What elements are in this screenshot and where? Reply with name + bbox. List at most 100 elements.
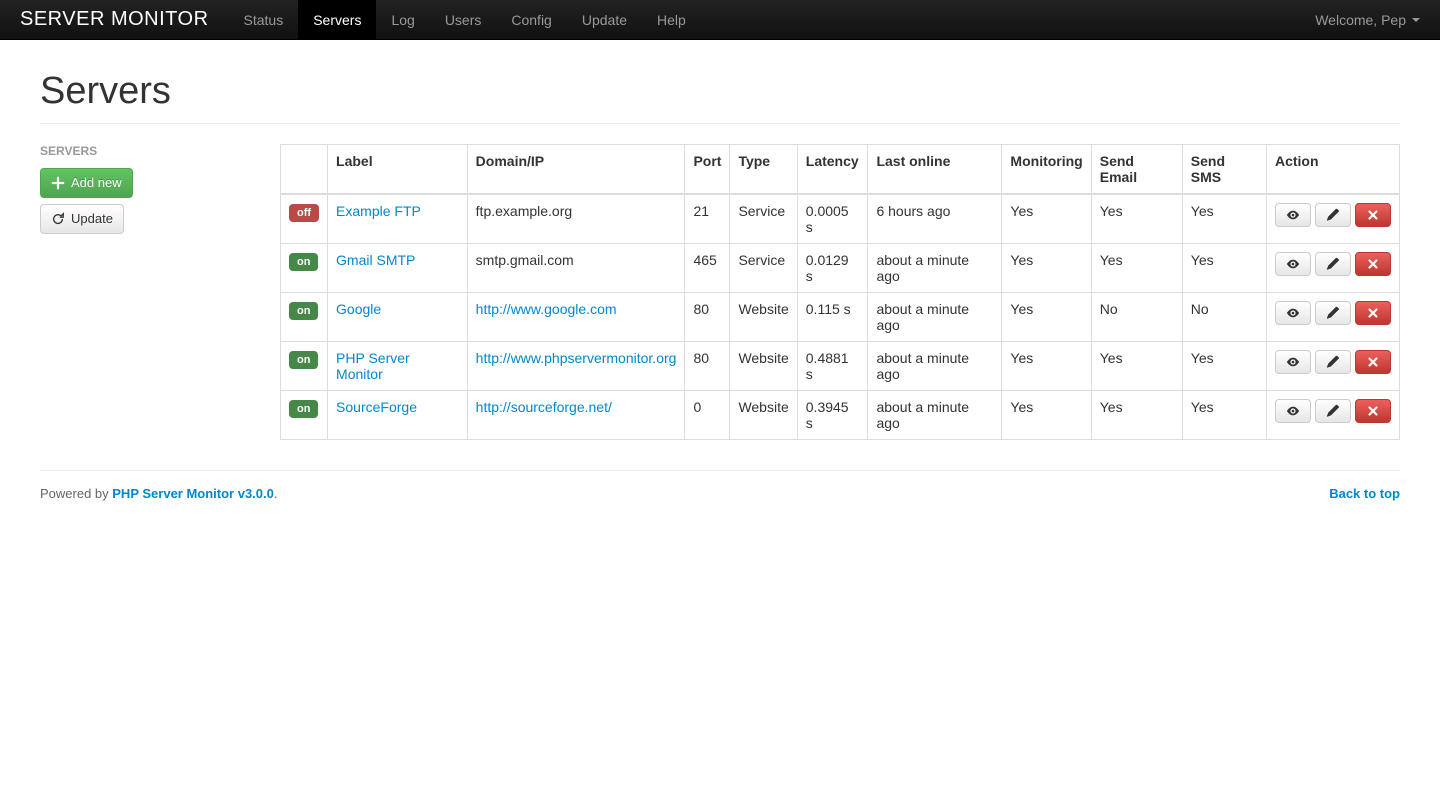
view-button[interactable] <box>1275 350 1311 374</box>
nav-link-config[interactable]: Config <box>496 0 566 40</box>
pencil-icon <box>1326 404 1340 418</box>
view-button[interactable] <box>1275 203 1311 227</box>
delete-button[interactable] <box>1355 399 1391 423</box>
table-row: onGmail SMTPsmtp.gmail.com465Service0.01… <box>281 244 1400 293</box>
cell-send_email: Yes <box>1091 342 1182 391</box>
delete-button[interactable] <box>1355 301 1391 325</box>
nav-item-update: Update <box>567 0 642 40</box>
table-row: onSourceForgehttp://sourceforge.net/0Web… <box>281 391 1400 440</box>
cell-latency: 0.0005 s <box>797 194 868 244</box>
cell-type: Website <box>730 342 797 391</box>
view-button[interactable] <box>1275 301 1311 325</box>
update-button[interactable]: Update <box>40 204 124 234</box>
edit-button[interactable] <box>1315 399 1351 423</box>
back-to-top-link[interactable]: Back to top <box>1329 486 1400 501</box>
cell-port: 0 <box>685 391 730 440</box>
cell-port: 80 <box>685 342 730 391</box>
server-label-link[interactable]: PHP Server Monitor <box>336 350 410 382</box>
status-badge: on <box>289 351 318 369</box>
nav-link-help[interactable]: Help <box>642 0 701 40</box>
navbar: SERVER MONITOR StatusServersLogUsersConf… <box>0 0 1440 40</box>
eye-icon <box>1286 306 1300 320</box>
cell-latency: 0.4881 s <box>797 342 868 391</box>
cell-send_email: Yes <box>1091 194 1182 244</box>
col-header: Port <box>685 145 730 195</box>
cell-last_online: about a minute ago <box>868 244 1002 293</box>
powered-by-text: Powered by <box>40 486 112 501</box>
cell-monitoring: Yes <box>1002 194 1091 244</box>
server-label-link[interactable]: SourceForge <box>336 399 417 415</box>
table-header-row: LabelDomain/IPPortTypeLatencyLast online… <box>281 145 1400 195</box>
domain-link[interactable]: http://www.google.com <box>476 301 617 317</box>
edit-button[interactable] <box>1315 301 1351 325</box>
cell-port: 21 <box>685 194 730 244</box>
pencil-icon <box>1326 355 1340 369</box>
col-header: Monitoring <box>1002 145 1091 195</box>
user-greeting-link[interactable]: Welcome, Pep <box>1315 12 1420 28</box>
user-menu[interactable]: Welcome, Pep <box>1315 12 1420 28</box>
edit-button[interactable] <box>1315 203 1351 227</box>
col-header: Label <box>328 145 468 195</box>
col-header: Last online <box>868 145 1002 195</box>
remove-icon <box>1366 208 1380 222</box>
cell-send_sms: Yes <box>1182 391 1266 440</box>
domain-text: smtp.gmail.com <box>467 244 685 293</box>
nav-link-update[interactable]: Update <box>567 0 642 40</box>
delete-button[interactable] <box>1355 252 1391 276</box>
cell-monitoring: Yes <box>1002 391 1091 440</box>
cell-last_online: about a minute ago <box>868 342 1002 391</box>
col-header: Domain/IP <box>467 145 685 195</box>
cell-last_online: about a minute ago <box>868 391 1002 440</box>
footer-left: Powered by PHP Server Monitor v3.0.0. <box>40 486 278 501</box>
cell-action <box>1266 391 1399 440</box>
delete-button[interactable] <box>1355 203 1391 227</box>
cell-latency: 0.115 s <box>797 293 868 342</box>
footer: Powered by PHP Server Monitor v3.0.0. Ba… <box>40 470 1400 516</box>
nav-link-log[interactable]: Log <box>376 0 429 40</box>
status-badge: on <box>289 253 318 271</box>
server-label-link[interactable]: Gmail SMTP <box>336 252 415 268</box>
cell-send_email: No <box>1091 293 1182 342</box>
sidebar-heading: SERVERS <box>40 144 260 158</box>
cell-send_sms: Yes <box>1182 194 1266 244</box>
product-link[interactable]: PHP Server Monitor v3.0.0 <box>112 486 274 501</box>
cell-monitoring: Yes <box>1002 342 1091 391</box>
add-new-label: Add new <box>71 173 122 193</box>
eye-icon <box>1286 208 1300 222</box>
table-body: offExample FTPftp.example.org21Service0.… <box>281 194 1400 440</box>
delete-button[interactable] <box>1355 350 1391 374</box>
cell-action <box>1266 293 1399 342</box>
domain-link[interactable]: http://www.phpservermonitor.org <box>476 350 677 366</box>
eye-icon <box>1286 404 1300 418</box>
table-row: offExample FTPftp.example.org21Service0.… <box>281 194 1400 244</box>
brand-link[interactable]: SERVER MONITOR <box>20 8 209 31</box>
server-label-link[interactable]: Example FTP <box>336 203 421 219</box>
server-label-link[interactable]: Google <box>336 301 381 317</box>
cell-latency: 0.3945 s <box>797 391 868 440</box>
remove-icon <box>1366 404 1380 418</box>
col-header: Type <box>730 145 797 195</box>
nav-link-servers[interactable]: Servers <box>298 0 376 40</box>
page-title: Servers <box>40 70 1400 113</box>
domain-link[interactable]: http://sourceforge.net/ <box>476 399 612 415</box>
nav-link-users[interactable]: Users <box>430 0 497 40</box>
edit-button[interactable] <box>1315 252 1351 276</box>
view-button[interactable] <box>1275 252 1311 276</box>
cell-send_sms: No <box>1182 293 1266 342</box>
edit-button[interactable] <box>1315 350 1351 374</box>
col-header: Latency <box>797 145 868 195</box>
col-header: Send Email <box>1091 145 1182 195</box>
user-greeting: Welcome, Pep <box>1315 12 1406 28</box>
cell-monitoring: Yes <box>1002 244 1091 293</box>
nav-item-log: Log <box>376 0 429 40</box>
nav-item-users: Users <box>430 0 497 40</box>
eye-icon <box>1286 355 1300 369</box>
nav-link-status[interactable]: Status <box>229 0 299 40</box>
cell-port: 465 <box>685 244 730 293</box>
cell-type: Website <box>730 293 797 342</box>
cell-type: Service <box>730 194 797 244</box>
cell-action <box>1266 194 1399 244</box>
view-button[interactable] <box>1275 399 1311 423</box>
eye-icon <box>1286 257 1300 271</box>
add-new-button[interactable]: Add new <box>40 168 133 198</box>
